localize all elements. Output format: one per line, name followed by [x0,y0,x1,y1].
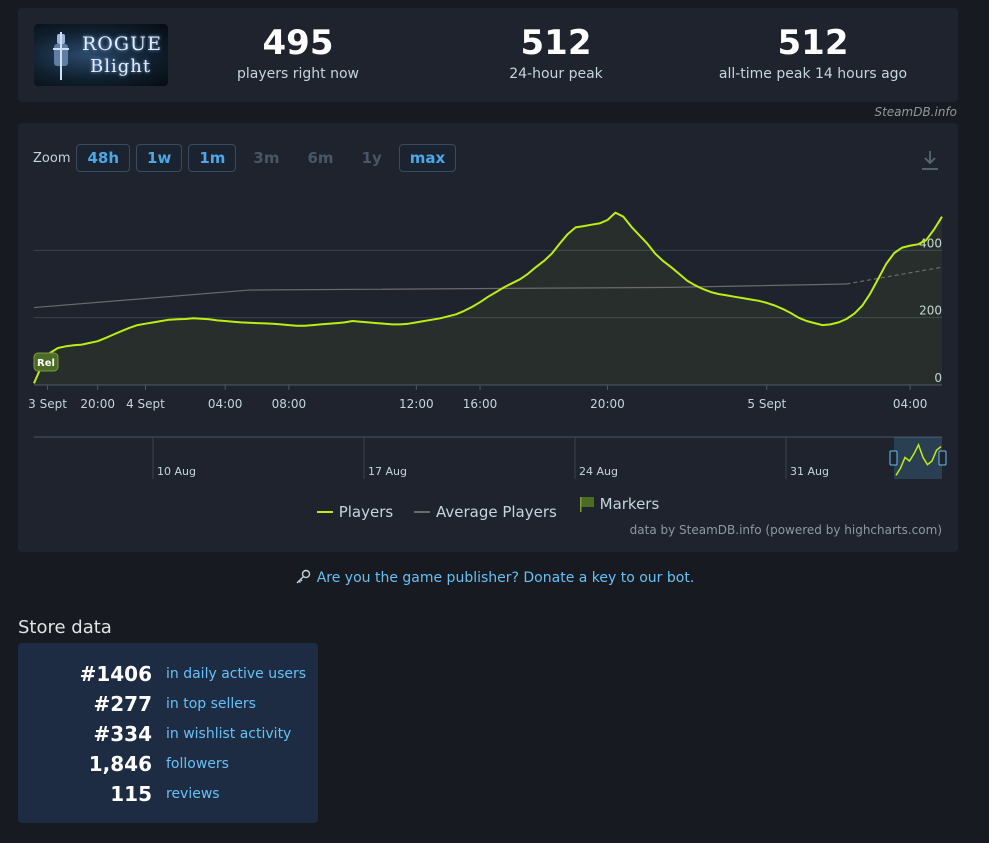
highcharts-credit[interactable]: data by SteamDB.info (powered by highcha… [630,523,942,537]
publisher-link-text[interactable]: Are you the game publisher? Donate a key… [317,570,695,586]
legend-label: Average Players [435,503,557,521]
store-value: 1,846 [88,752,152,776]
navigator-date-label: 31 Aug [790,465,829,478]
navigator-date-label: 10 Aug [157,465,196,478]
logo-title-bottom: Blight [90,56,152,77]
x-tick-label: 4 Sept [126,397,165,411]
legend-players-swatch [316,511,333,513]
stat-24h-peak: 512 24-hour peak [446,22,666,82]
store-row-daily-active: #1406 in daily active users [18,660,318,690]
x-tick-label: 04:00 [893,397,928,411]
x-tick-label: 12:00 [399,397,434,411]
stats-panel: ROGUE Blight 495 players right now 512 2… [18,8,958,102]
zoom-max-button[interactable]: max [398,144,457,172]
zoom-1m-button[interactable]: 1m [188,144,237,172]
zoom-1w-button[interactable]: 1w [136,144,183,172]
stat-label: 24-hour peak [509,66,603,82]
legend-average-swatch [413,511,430,513]
store-data-title: Store data [18,617,112,638]
x-tick-label: 08:00 [272,397,307,411]
stat-value: 495 [262,23,334,63]
store-link[interactable]: in wishlist activity [166,726,291,742]
logo-title-top: ROGUE [82,33,162,55]
x-tick-label: 20:00 [590,397,625,411]
store-row-top-sellers: #277 in top sellers [18,690,318,720]
zoom-toolbar: Zoom 48h 1w 1m 3m 6m 1y max [33,144,462,172]
store-data-panel: #1406 in daily active users #277 in top … [18,643,318,823]
stat-players-now: 495 players right now [188,22,408,82]
store-link[interactable]: followers [166,756,229,772]
stat-label: all-time peak 14 hours ago [718,66,908,82]
marker-label: Rel [37,358,55,369]
store-value: #334 [93,722,152,746]
navigator-date-label: 17 Aug [368,465,407,478]
store-row-reviews: 115 reviews [18,780,318,810]
players-area [34,212,942,385]
x-tick-label: 3 Sept [28,397,67,411]
legend-markers[interactable]: Markers [578,495,660,513]
store-row-wishlist: #334 in wishlist activity [18,720,318,750]
publisher-donate-link[interactable]: Are you the game publisher? Donate a key… [0,569,989,586]
chart-legend: Players Average Players Markers [18,495,958,521]
navigator-date-label: 24 Aug [579,465,618,478]
legend-average-players[interactable]: Average Players [413,503,557,521]
store-link[interactable]: in daily active users [166,666,306,682]
stat-label: players right now [237,66,359,82]
stat-value: 512 [777,23,849,63]
legend-label: Players [338,503,394,521]
zoom-1y-button: 1y [361,149,382,167]
release-marker[interactable]: Rel [33,352,59,372]
x-tick-label: 16:00 [463,397,498,411]
chart-panel: 02004003 Sept20:004 Sept04:0008:0012:001… [18,123,958,552]
stat-all-time-peak: 512 all-time peak 14 hours ago [703,22,923,82]
store-row-followers: 1,846 followers [18,750,318,780]
knight-emblem-icon [53,32,69,80]
x-tick-label: 20:00 [80,397,115,411]
flag-icon [579,497,594,512]
zoom-label: Zoom [33,150,71,166]
zoom-6m-button: 6m [307,149,334,167]
navigator-selection[interactable] [894,437,942,479]
player-chart[interactable]: 02004003 Sept20:004 Sept04:0008:0012:001… [18,123,958,552]
store-value: #277 [93,692,152,716]
store-value: #1406 [79,662,152,686]
x-tick-label: 5 Sept [747,397,786,411]
key-icon [296,569,310,584]
store-value: 115 [110,782,152,806]
x-tick-label: 04:00 [208,397,243,411]
legend-players[interactable]: Players [316,503,394,521]
navigator-left-handle[interactable] [889,450,898,466]
store-link[interactable]: in top sellers [166,696,256,712]
stat-value: 512 [520,23,592,63]
steamdb-credit[interactable]: SteamDB.info [874,105,957,119]
zoom-48h-button[interactable]: 48h [76,144,131,172]
download-icon[interactable] [920,149,940,171]
zoom-3m-button: 3m [253,149,280,167]
store-link[interactable]: reviews [166,786,220,802]
legend-label: Markers [599,495,660,513]
game-logo[interactable]: ROGUE Blight [34,24,168,86]
navigator-right-handle[interactable] [938,450,947,466]
